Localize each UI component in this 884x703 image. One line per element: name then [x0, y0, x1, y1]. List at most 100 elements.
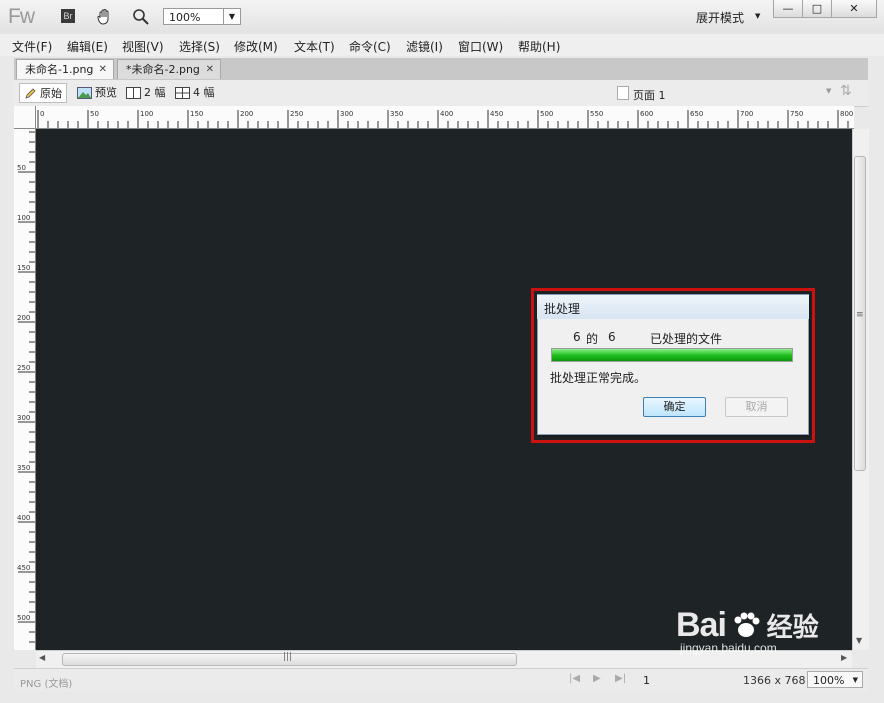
ruler-label: 500: [17, 614, 30, 622]
minimize-button[interactable]: —: [773, 0, 803, 18]
menu-file[interactable]: 文件(F): [12, 38, 52, 55]
last-frame-icon[interactable]: ▶|: [615, 673, 626, 684]
grip-icon: ≡: [856, 310, 864, 320]
ruler-label: 150: [190, 110, 203, 118]
watermark-url: jingyan.baidu.com: [680, 641, 777, 655]
frame-number: 1: [643, 674, 650, 687]
view-bar: 原始 预览 2 幅 4 幅 页面 1 ▼ ⇅: [14, 80, 868, 107]
tab-document-2[interactable]: *未命名-2.png ✕: [117, 59, 221, 79]
page-selector[interactable]: 页面 1: [633, 87, 666, 103]
scroll-left-arrow[interactable]: ◀: [39, 653, 45, 662]
ruler-label: 450: [17, 564, 30, 572]
ruler-label: 400: [17, 514, 30, 522]
ruler-label: 150: [17, 264, 30, 272]
ruler-label: 200: [17, 314, 30, 322]
ruler-label: 300: [17, 414, 30, 422]
menu-modify[interactable]: 修改(M): [234, 38, 278, 55]
zoom-select[interactable]: 100% ▼: [163, 8, 241, 25]
menu-window[interactable]: 窗口(W): [458, 38, 503, 55]
ruler-corner[interactable]: [14, 106, 36, 129]
ruler-label: 250: [290, 110, 303, 118]
vertical-ruler: 50 100 150 200 250 300 350 400 450 500: [14, 128, 36, 650]
status-bar: [14, 668, 868, 691]
view-preview-label: 预览: [95, 86, 117, 99]
ruler-label: 300: [340, 110, 353, 118]
paw-icon: [731, 610, 761, 640]
menu-help[interactable]: 帮助(H): [518, 38, 560, 55]
preview-icon: [77, 87, 92, 99]
close-tab-icon[interactable]: ✕: [99, 60, 107, 79]
menu-view[interactable]: 视图(V): [122, 38, 164, 55]
view-2up-button[interactable]: 2 幅: [126, 83, 166, 103]
ruler-label: 100: [17, 214, 30, 222]
ruler-label: 200: [240, 110, 253, 118]
document-type-label: PNG (文档): [20, 679, 73, 690]
menu-edit[interactable]: 编辑(E): [67, 38, 108, 55]
ruler-label: 50: [17, 164, 26, 172]
ruler-label: 350: [17, 464, 30, 472]
watermark-brand: Bai: [676, 606, 727, 644]
ruler-label: 400: [440, 110, 453, 118]
bridge-icon[interactable]: Br: [61, 9, 75, 23]
ruler-label: 0: [40, 110, 44, 118]
close-window-button[interactable]: ✕: [831, 0, 877, 18]
ruler-label: 50: [90, 110, 99, 118]
scroll-down-arrow[interactable]: ▼: [856, 636, 862, 645]
first-frame-icon[interactable]: |◀: [569, 673, 580, 684]
zoom-select-value: 100%: [169, 11, 201, 24]
chevron-down-icon: ▼: [223, 9, 240, 24]
dialog-highlight-outline: [531, 288, 815, 443]
menu-commands[interactable]: 命令(C): [349, 38, 391, 55]
view-4up-label: 4 幅: [193, 86, 215, 99]
view-original-button[interactable]: 原始: [19, 83, 67, 103]
vertical-ruler-ticks: 50 100 150 200 250 300 350 400 450 500: [17, 131, 35, 643]
pencil-icon: [25, 88, 36, 99]
grip-icon: |||: [283, 652, 293, 662]
ruler-label: 550: [590, 110, 603, 118]
view-4up-button[interactable]: 4 幅: [175, 83, 215, 103]
view-original-label: 原始: [40, 87, 62, 100]
four-up-icon: [175, 87, 190, 99]
horizontal-ruler: 0 50 100 150 200 250 300 350 400 450 500 550 600 650 7…: [14, 106, 854, 129]
ruler-label: 350: [390, 110, 403, 118]
status-zoom-select[interactable]: 100% ▼: [807, 671, 863, 688]
page-icon: [617, 86, 629, 100]
ruler-label: 750: [790, 110, 803, 118]
watermark-suffix: 经验: [766, 612, 819, 642]
maximize-button[interactable]: □: [802, 0, 832, 18]
page-navigation-icon[interactable]: ⇅: [840, 83, 852, 99]
tab-label: 未命名-1.png: [25, 63, 94, 76]
menu-text[interactable]: 文本(T): [294, 38, 335, 55]
menu-select[interactable]: 选择(S): [179, 38, 220, 55]
horizontal-ruler-ticks: 0 50 100 150 200 250 300 350 400 450 500 550 600 650 7…: [37, 110, 853, 128]
workspace-layout-dropdown[interactable]: 展开模式: [696, 9, 744, 26]
ruler-label: 800: [840, 110, 853, 118]
ruler-label: 450: [490, 110, 503, 118]
scroll-right-arrow[interactable]: ▶: [841, 653, 847, 662]
close-tab-icon[interactable]: ✕: [206, 60, 214, 79]
ruler-label: 500: [540, 110, 553, 118]
canvas-dimensions: 1366 x 768: [743, 674, 806, 687]
ruler-label: 650: [690, 110, 703, 118]
ruler-label: 250: [17, 364, 30, 372]
chevron-down-icon: ▼: [826, 87, 832, 95]
menu-bar: 文件(F) 编辑(E) 视图(V) 选择(S) 修改(M) 文本(T) 命令(C…: [0, 34, 884, 56]
tab-document-1[interactable]: 未命名-1.png ✕: [16, 59, 114, 79]
zoom-tool-icon[interactable]: [132, 8, 150, 29]
view-2up-label: 2 幅: [144, 86, 166, 99]
chevron-down-icon: ▼: [852, 676, 858, 684]
status-zoom-value: 100%: [813, 674, 845, 687]
baidu-watermark: Bai 经验 jingyan.baidu.com: [676, 606, 819, 655]
document-tab-bar: 未命名-1.png ✕ *未命名-2.png ✕: [14, 58, 868, 80]
hand-tool-icon[interactable]: [96, 8, 114, 29]
ruler-label: 600: [640, 110, 653, 118]
fireworks-logo: Fw: [8, 5, 35, 28]
two-up-icon: [126, 87, 141, 99]
view-preview-button[interactable]: 预览: [77, 83, 117, 103]
ruler-label: 700: [740, 110, 753, 118]
play-icon[interactable]: ▶: [593, 673, 601, 684]
tab-label: *未命名-2.png: [126, 63, 200, 76]
menu-filters[interactable]: 滤镜(I): [406, 38, 443, 55]
chevron-down-icon: ▼: [755, 12, 761, 20]
ruler-label: 100: [140, 110, 153, 118]
